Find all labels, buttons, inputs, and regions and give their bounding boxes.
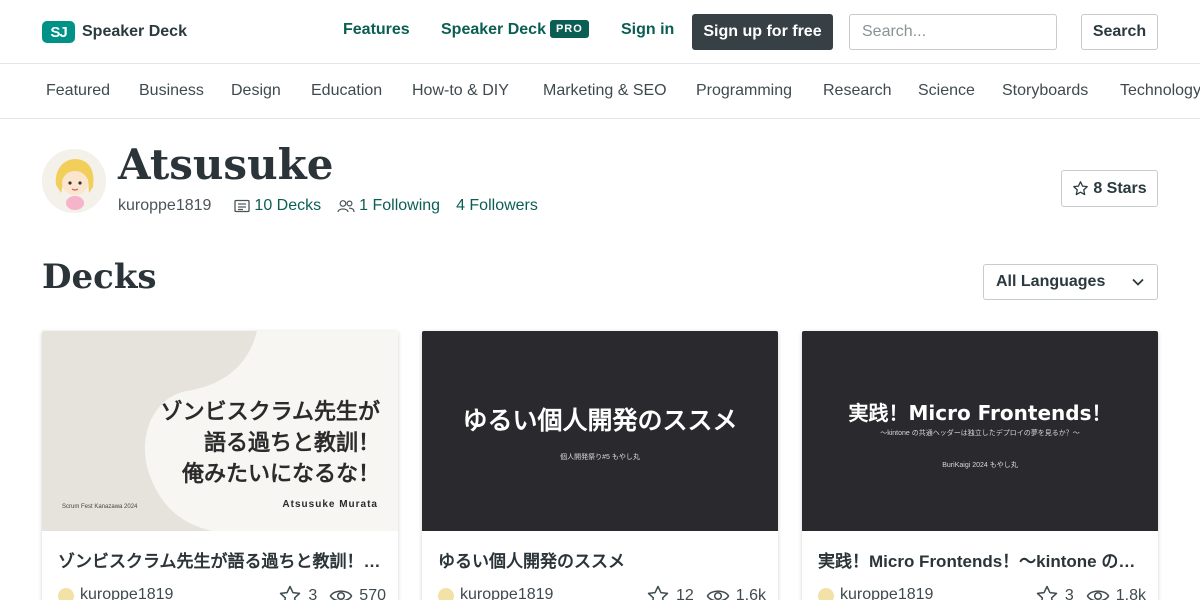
eye-icon (329, 590, 353, 600)
category-how-to-diy[interactable]: How-to & DIY (412, 82, 509, 100)
category-science[interactable]: Science (918, 82, 975, 100)
thumbnail-subtitle: 個人開発祭り#5 もやし丸 (560, 454, 640, 461)
deck-footer: kuroppe1819 12 1.6k (438, 584, 766, 600)
following-count: 1 Following (359, 197, 441, 214)
sign-in-link[interactable]: Sign in (621, 21, 674, 39)
deck-author[interactable]: kuroppe1819 (840, 586, 933, 600)
thumbnail-event: Scrum Fest Kanazawa 2024 (62, 504, 138, 510)
speakerdeck-pro-link[interactable]: Speaker Deck PRO (441, 20, 589, 39)
star-icon (1073, 181, 1089, 196)
sign-up-button[interactable]: Sign up for free (692, 14, 833, 50)
chevron-down-icon (1132, 278, 1144, 286)
language-select-value: All Languages (996, 273, 1106, 290)
thumbnail-event: BuriKaigi 2024 もやし丸 (942, 462, 1018, 469)
profile-meta: kuroppe1819 10 Decks 1 Following 4 Follo… (118, 197, 554, 215)
logo-mark-icon: SJ (42, 21, 75, 43)
author-avatar (438, 588, 454, 600)
profile-username: kuroppe1819 (118, 197, 212, 214)
speakerdeck-logo[interactable]: SJ Speaker Deck (42, 20, 187, 44)
search-input[interactable] (849, 14, 1057, 50)
language-select[interactable]: All Languages (983, 264, 1158, 300)
star-icon (647, 585, 669, 600)
deck-card[interactable]: ゆるい個人開発のススメ 個人開発祭り#5 もやし丸 ゆるい個人開発のススメ ku… (422, 331, 778, 600)
deck-views-count: 1.6k (735, 587, 766, 600)
deck-author[interactable]: kuroppe1819 (460, 586, 553, 600)
author-avatar (818, 588, 834, 600)
thumbnail-title: ゾンビスクラム先生が 語る過ちと教訓！ 俺みたいになるな！ (161, 397, 380, 490)
star-icon (280, 585, 301, 600)
deck-stats: 12 1.6k (640, 584, 766, 600)
pro-badge: PRO (549, 20, 589, 38)
deck-stars: 12 (646, 584, 694, 600)
category-business[interactable]: Business (139, 82, 204, 100)
deck-stars-count: 12 (675, 587, 694, 600)
deck-stats: 3 570 (272, 584, 386, 600)
decks-section-title: Decks (42, 257, 157, 297)
deck-stars-count: 3 (308, 587, 318, 600)
decks-count: 10 Decks (254, 197, 322, 214)
avatar (42, 149, 106, 213)
deck-footer: kuroppe1819 3 570 (58, 584, 386, 600)
decks-count-link[interactable]: 10 Decks (234, 197, 321, 215)
author-avatar (58, 588, 74, 600)
category-education[interactable]: Education (311, 82, 382, 100)
people-icon (337, 200, 355, 213)
category-bar: Featured Business Design Education How-t… (0, 65, 1200, 119)
thumbnail-title: 実践！Micro Frontends！ (848, 401, 1112, 425)
star-icon (1036, 585, 1058, 600)
stars-count: 8 Stars (1093, 179, 1147, 197)
thumbnail-line: 語る過ちと教訓！ (203, 431, 380, 456)
deck-views-count: 570 (359, 587, 386, 600)
eye-icon (706, 590, 730, 600)
deck-stars-count: 3 (1064, 587, 1074, 600)
category-featured[interactable]: Featured (46, 82, 110, 100)
category-storyboards[interactable]: Storyboards (1002, 82, 1088, 100)
followers-link[interactable]: 4 Followers (456, 197, 538, 215)
deck-card[interactable]: 実践！Micro Frontends！ ～kintone の共通ヘッダーは独立し… (802, 331, 1158, 600)
thumbnail-line: 俺みたいになるな！ (181, 462, 380, 487)
features-link[interactable]: Features (343, 21, 410, 39)
deck-title[interactable]: 実践！Micro Frontends！～kintone の共通ヘッダーは独立した… (818, 547, 1142, 572)
deck-author[interactable]: kuroppe1819 (80, 586, 173, 600)
thumbnail-title: ゆるい個人開発のススメ (462, 406, 738, 435)
top-navigation-bar: SJ Speaker Deck Features Speaker Deck PRO… (0, 0, 1200, 64)
profile-name: Atsusuke (118, 140, 334, 189)
logo-text: Speaker Deck (82, 23, 187, 40)
deck-thumbnail[interactable]: ゾンビスクラム先生が 語る過ちと教訓！ 俺みたいになるな！ Atsusuke M… (42, 331, 398, 531)
thumbnail-line: ゾンビスクラム先生が (160, 400, 380, 425)
deck-stars: 3 (1035, 584, 1074, 600)
deck-views: 1.8k (1086, 587, 1146, 600)
deck-stats: 3 1.8k (1029, 584, 1146, 600)
following-link[interactable]: 1 Following (337, 197, 440, 215)
eye-icon (1086, 590, 1110, 600)
category-technology[interactable]: Technology (1120, 82, 1200, 100)
category-design[interactable]: Design (231, 82, 281, 100)
decks-icon (234, 199, 251, 213)
search-button[interactable]: Search (1081, 14, 1158, 50)
deck-views-count: 1.8k (1115, 587, 1146, 600)
deck-thumbnail[interactable]: 実践！Micro Frontends！ ～kintone の共通ヘッダーは独立し… (802, 331, 1158, 531)
deck-card[interactable]: ゾンビスクラム先生が 語る過ちと教訓！ 俺みたいになるな！ Atsusuke M… (42, 331, 398, 600)
speakerdeck-pro-label: Speaker Deck (441, 21, 546, 38)
category-marketing-seo[interactable]: Marketing & SEO (543, 82, 667, 100)
deck-stars: 3 (278, 584, 317, 600)
thumbnail-author: Atsusuke Murata (282, 499, 378, 510)
deck-views: 1.6k (706, 587, 766, 600)
deck-title[interactable]: ゆるい個人開発のススメ (438, 547, 762, 572)
deck-footer: kuroppe1819 3 1.8k (818, 584, 1146, 600)
deck-title[interactable]: ゾンビスクラム先生が語る過ちと教訓！俺みたいになるな！ (58, 547, 382, 572)
stars-button[interactable]: 8 Stars (1061, 170, 1158, 207)
category-research[interactable]: Research (823, 82, 891, 100)
deck-views: 570 (329, 587, 386, 600)
thumbnail-subtitle: ～kintone の共通ヘッダーは独立したデプロイの夢を見るか？～ (880, 430, 1080, 437)
category-programming[interactable]: Programming (696, 82, 792, 100)
deck-thumbnail[interactable]: ゆるい個人開発のススメ 個人開発祭り#5 もやし丸 (422, 331, 778, 531)
